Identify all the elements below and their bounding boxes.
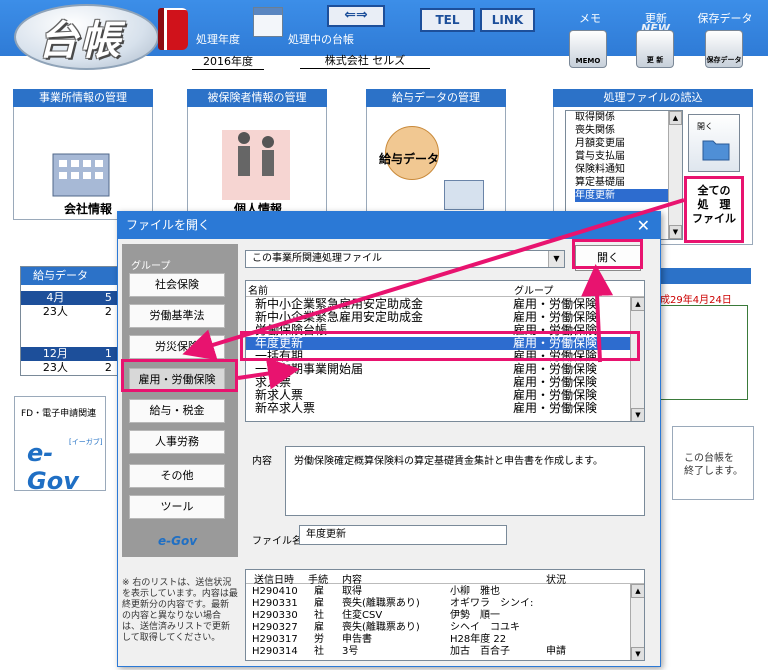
annotation-arrows: [182, 198, 685, 390]
